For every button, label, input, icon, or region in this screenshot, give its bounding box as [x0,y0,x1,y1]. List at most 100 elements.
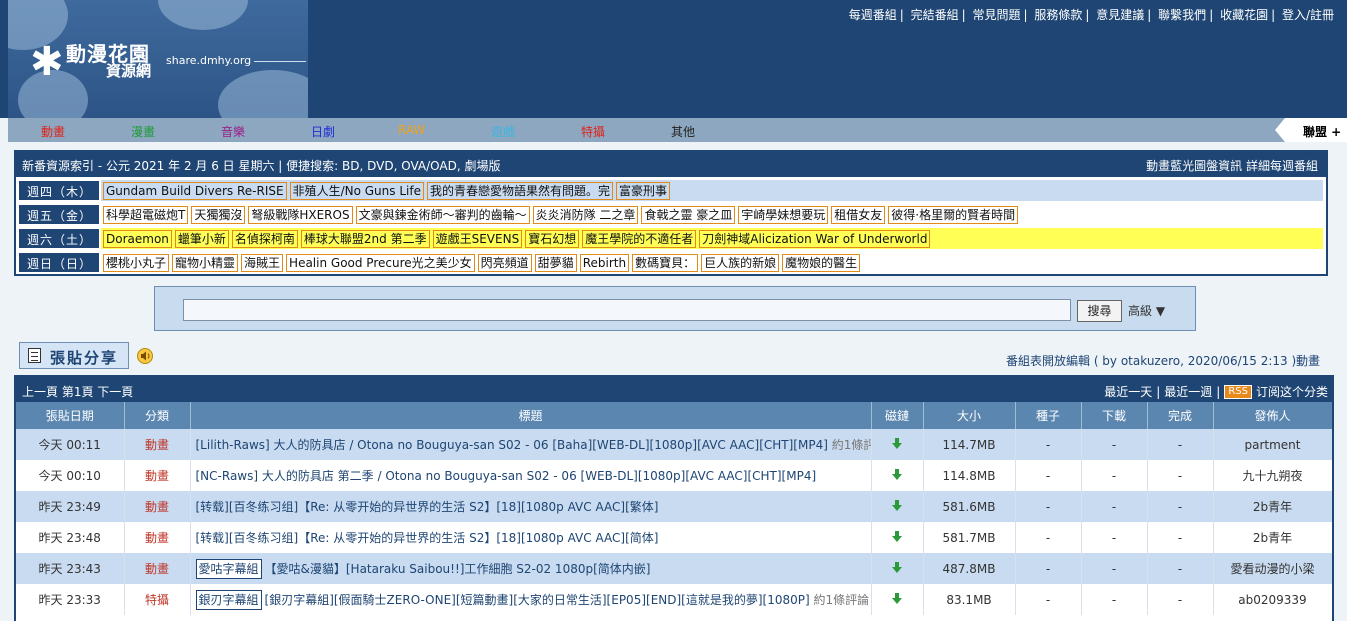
schedule-item[interactable]: 蠟筆小新 [174,229,229,248]
schedule-item[interactable]: 魔物娘的醫生 [782,253,861,272]
magnet-download-icon[interactable] [892,561,902,573]
post-share-button[interactable]: 張貼分享 [19,342,129,369]
top-link-faq[interactable]: 常見問題 [973,8,1021,22]
row-publisher[interactable]: 2b青年 [1213,491,1332,522]
magnet-download-icon[interactable] [892,530,902,542]
schedule-item[interactable]: 數碼寶貝： [632,253,699,272]
magnet-download-icon[interactable] [892,592,902,604]
schedule-item[interactable]: Gundam Build Divers Re-RISE [103,181,287,200]
top-link-terms[interactable]: 服務條款 [1034,8,1082,22]
schedule-item[interactable]: 巨人族的新娘 [701,253,780,272]
row-team-tag[interactable]: 銀刃字幕組 [195,590,262,610]
nav-games[interactable]: 遊戲 [491,123,515,140]
col-finished[interactable]: 完成 [1147,402,1214,429]
schedule-header-right[interactable]: 動畫藍光圖盤資訊 詳細每週番組 [1146,157,1318,174]
nav-tokusatsu[interactable]: 特攝 [581,123,605,140]
schedule-item[interactable]: 刀劍神域Alicization War of Underworld [699,229,931,248]
alliance-tab[interactable]: 聯盟 + [1275,118,1347,142]
row-title-link[interactable]: [转载][百冬练习组]【Re: 从零开始的异世界的生活 S2】[18][1080… [196,531,659,545]
nav-anime[interactable]: 動畫 [41,123,65,140]
schedule-item[interactable]: 天獨獨沒 [191,205,246,224]
site-logo[interactable]: ✱ 動漫花園 資源網 share.dmhy.org [8,0,308,118]
row-team-tag[interactable]: 愛咕字幕組 [195,559,262,579]
schedule-item[interactable]: 富豪刑事 [615,181,670,200]
magnet-download-icon[interactable] [892,499,902,511]
top-link-contact[interactable]: 聯繫我們 [1158,8,1206,22]
top-link-login[interactable]: 登入/註冊 [1282,8,1334,22]
schedule-item[interactable]: 彼得·格里爾的賢者時間 [888,205,1019,224]
col-magnet[interactable]: 磁鏈 [871,402,924,429]
col-date[interactable]: 張貼日期 [16,402,125,429]
schedule-item[interactable]: 我的青春戀愛物語果然有問題。完 [426,181,613,200]
last-week-link[interactable]: 最近一週 [1164,383,1212,400]
schedule-item[interactable]: 弩級戰隊HXEROS [248,205,353,224]
col-category[interactable]: 分類 [124,402,191,429]
schedule-item[interactable]: 炎炎消防隊 二之章 [532,205,639,224]
schedule-item[interactable]: 寶石幻想 [525,229,580,248]
rss-icon[interactable]: RSS [1224,384,1252,399]
row-category[interactable]: 動畫 [124,522,191,553]
col-downloads[interactable]: 下載 [1081,402,1148,429]
magnet-download-icon[interactable] [892,437,902,449]
schedule-item[interactable]: 寵物小精靈 [172,253,239,272]
row-comments[interactable]: 約1條評論 [814,593,870,607]
nav-music[interactable]: 音樂 [221,123,245,140]
schedule-item[interactable]: 遊戲王SEVENS [432,229,523,248]
row-comments[interactable]: 約1條評論 [832,438,870,452]
row-title-link[interactable]: [转载][百冬练习组]【Re: 从零开始的异世界的生活 S2】[18][1080… [196,500,659,514]
row-title-link[interactable]: [銀刃字幕組][假面騎士ZERO-ONE][短篇動畫][大家的日常生活][EP0… [265,593,810,607]
magnet-download-icon[interactable] [892,468,902,480]
schedule-edit-info[interactable]: 番組表開放編輯 ( by otakuzero, 2020/06/15 2:13 … [1006,352,1296,369]
pager-nav[interactable]: 上一頁 第1頁 下一頁 [22,383,133,400]
row-category[interactable]: 動畫 [124,429,191,460]
speaker-icon[interactable] [137,348,154,364]
schedule-edit-trailing[interactable]: 動畫 [1296,352,1326,369]
schedule-header-left[interactable]: 新番資源索引 - 公元 2021 年 2 月 6 日 星期六 | 便捷搜索: B… [22,159,500,173]
schedule-item[interactable]: 科學超電磁炮T [103,205,189,224]
col-seeds[interactable]: 種子 [1015,402,1082,429]
row-title-link[interactable]: 【愛咕&漫貓】[Hataraku Saibou!!]工作細胞 S2-02 108… [265,562,651,576]
row-publisher[interactable]: partment [1213,429,1332,460]
top-link-bookmark[interactable]: 收藏花園 [1220,8,1268,22]
schedule-item[interactable]: 棒球大聯盟2nd 第二季 [300,229,430,248]
col-size[interactable]: 大小 [923,402,1016,429]
top-link-weekly[interactable]: 每週番組 [849,8,897,22]
schedule-item[interactable]: 食戟之靈 豪之皿 [641,205,736,224]
top-link-finished[interactable]: 完結番組 [911,8,959,22]
row-category[interactable]: 動畫 [124,553,191,584]
subscribe-link[interactable]: 订阅这个分类 [1256,383,1328,400]
schedule-item[interactable]: 閃亮頻道 [477,253,532,272]
schedule-item[interactable]: 櫻桃小丸子 [103,253,170,272]
row-category[interactable]: 特攝 [124,584,191,615]
schedule-item[interactable]: 魔王學院的不適任者 [582,229,697,248]
nav-manga[interactable]: 漫畫 [131,123,155,140]
schedule-item[interactable]: 租借女友 [831,205,886,224]
top-link-feedback[interactable]: 意見建議 [1096,8,1144,22]
schedule-item[interactable]: 宇崎學妹想要玩 [738,205,829,224]
search-button[interactable]: 搜尋 [1077,300,1122,322]
schedule-item[interactable]: Rebirth [579,253,630,272]
nav-jdrama[interactable]: 日劇 [311,123,335,140]
row-publisher[interactable]: 2b青年 [1213,522,1332,553]
row-category[interactable]: 動畫 [124,460,191,491]
nav-other[interactable]: 其他 [671,123,695,140]
row-publisher[interactable]: 九十九朔夜 [1213,460,1332,491]
schedule-item[interactable]: 海賊王 [241,253,284,272]
advanced-search-toggle[interactable]: 高級 ▼ [1128,302,1165,319]
schedule-item[interactable]: 文豪與鍊金術師～審判的齒輪～ [355,205,530,224]
row-publisher[interactable]: 愛看动漫的小梁 [1213,553,1332,584]
row-title-link[interactable]: [Lilith-Raws] 大人的防具店 / Otona no Bouguya-… [196,438,828,452]
schedule-item[interactable]: Doraemon [103,229,172,248]
col-title[interactable]: 標題 [190,402,872,429]
schedule-item[interactable]: Healin Good Precure光之美少女 [286,253,475,272]
last-day-link[interactable]: 最近一天 [1104,383,1152,400]
row-publisher[interactable]: ab0209339 [1213,584,1332,615]
schedule-item[interactable]: 名偵探柯南 [231,229,298,248]
schedule-item[interactable]: 甜夢貓 [534,253,577,272]
nav-raw[interactable]: RAW [398,123,425,137]
row-category[interactable]: 動畫 [124,491,191,522]
search-input[interactable] [183,299,1071,321]
col-publisher[interactable]: 發佈人 [1213,402,1332,429]
row-title-link[interactable]: [NC-Raws] 大人的防具店 第二季 / Otona no Bouguya-… [196,469,817,483]
schedule-item[interactable]: 非殖人生/No Guns Life [289,181,424,200]
